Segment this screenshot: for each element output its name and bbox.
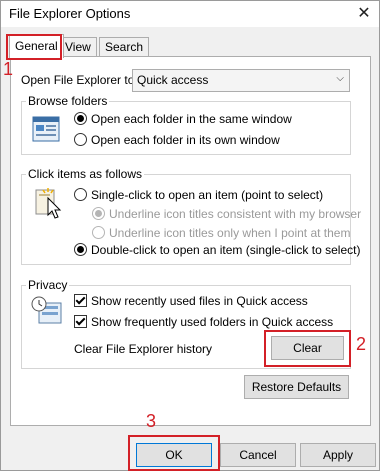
apply-button[interactable]: Apply: [300, 443, 376, 467]
tab-view[interactable]: View: [59, 37, 97, 57]
radio-underline-consistent[interactable]: Underline icon titles consistent with my…: [92, 206, 361, 221]
window-title: File Explorer Options: [9, 6, 131, 21]
browse-folders-group: [21, 101, 351, 155]
browse-folders-title: Browse folders: [26, 94, 110, 108]
open-explorer-value: Quick access: [137, 73, 209, 87]
radio-single-click[interactable]: Single-click to open an item (point to s…: [74, 187, 323, 202]
tab-search[interactable]: Search: [99, 37, 150, 57]
annotation-step-3: 3: [146, 411, 157, 431]
checkbox-recent-files[interactable]: Show recently used files in Quick access: [74, 293, 308, 308]
callout-box-general-tab: [6, 34, 62, 60]
radio-same-window[interactable]: Open each folder in the same window: [74, 111, 292, 126]
restore-defaults-button[interactable]: Restore Defaults: [244, 375, 349, 399]
radio-double-click[interactable]: Double-click to open an item (single-cli…: [74, 242, 360, 257]
privacy-title: Privacy: [26, 278, 70, 292]
callout-box-ok-button: [128, 435, 220, 471]
window-layout-icon: [32, 116, 60, 142]
open-explorer-select[interactable]: Quick access ⌵: [132, 69, 350, 92]
cursor-click-icon: [35, 188, 62, 219]
cancel-button[interactable]: Cancel: [220, 443, 296, 467]
annotation-step-2: 2: [356, 334, 367, 354]
open-explorer-label: Open File Explorer to:: [21, 73, 138, 87]
close-icon[interactable]: ✕: [353, 3, 375, 25]
click-items-title: Click items as follows: [26, 167, 145, 181]
history-clock-icon: [31, 296, 62, 324]
radio-own-window[interactable]: Open each folder in its own window: [74, 132, 280, 147]
title-bar: File Explorer Options ✕: [1, 1, 379, 27]
chevron-down-icon: ⌵: [336, 73, 344, 84]
annotation-step-1: 1: [3, 59, 14, 79]
file-explorer-options-dialog: File Explorer Options ✕ General View Sea…: [0, 0, 380, 471]
callout-box-clear-button: [264, 330, 351, 367]
radio-underline-point[interactable]: Underline icon titles only when I point …: [92, 225, 350, 240]
checkbox-frequent-folders[interactable]: Show frequently used folders in Quick ac…: [74, 314, 333, 329]
clear-history-label: Clear File Explorer history: [74, 342, 213, 356]
